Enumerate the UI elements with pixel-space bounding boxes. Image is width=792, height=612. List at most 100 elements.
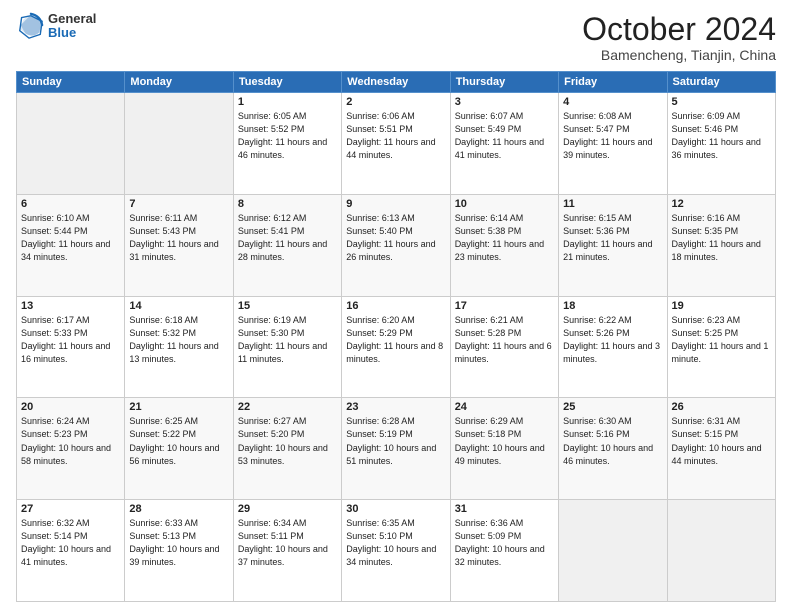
calendar-cell: 10 Sunrise: 6:14 AMSunset: 5:38 PMDaylig… (450, 194, 558, 296)
calendar-week-2: 6 Sunrise: 6:10 AMSunset: 5:44 PMDayligh… (17, 194, 776, 296)
weekday-header-saturday: Saturday (667, 72, 775, 93)
day-number: 7 (129, 198, 228, 210)
day-info: Sunrise: 6:27 AMSunset: 5:20 PMDaylight:… (238, 415, 337, 467)
location: Bamencheng, Tianjin, China (582, 47, 776, 63)
day-info: Sunrise: 6:11 AMSunset: 5:43 PMDaylight:… (129, 212, 228, 264)
calendar-cell: 2 Sunrise: 6:06 AMSunset: 5:51 PMDayligh… (342, 93, 450, 195)
calendar-cell: 19 Sunrise: 6:23 AMSunset: 5:25 PMDaylig… (667, 296, 775, 398)
day-number: 4 (563, 96, 662, 108)
day-number: 13 (21, 300, 120, 312)
calendar-cell: 11 Sunrise: 6:15 AMSunset: 5:36 PMDaylig… (559, 194, 667, 296)
day-info: Sunrise: 6:08 AMSunset: 5:47 PMDaylight:… (563, 110, 662, 162)
day-number: 5 (672, 96, 771, 108)
logo-blue: Blue (48, 26, 96, 40)
month-title: October 2024 (582, 12, 776, 47)
weekday-header-sunday: Sunday (17, 72, 125, 93)
day-number: 10 (455, 198, 554, 210)
day-info: Sunrise: 6:12 AMSunset: 5:41 PMDaylight:… (238, 212, 337, 264)
day-number: 24 (455, 401, 554, 413)
day-number: 9 (346, 198, 445, 210)
calendar-cell: 20 Sunrise: 6:24 AMSunset: 5:23 PMDaylig… (17, 398, 125, 500)
calendar-cell: 7 Sunrise: 6:11 AMSunset: 5:43 PMDayligh… (125, 194, 233, 296)
day-number: 18 (563, 300, 662, 312)
day-number: 25 (563, 401, 662, 413)
day-info: Sunrise: 6:28 AMSunset: 5:19 PMDaylight:… (346, 415, 445, 467)
day-number: 16 (346, 300, 445, 312)
calendar-cell: 25 Sunrise: 6:30 AMSunset: 5:16 PMDaylig… (559, 398, 667, 500)
calendar-cell: 31 Sunrise: 6:36 AMSunset: 5:09 PMDaylig… (450, 500, 558, 602)
calendar-cell: 1 Sunrise: 6:05 AMSunset: 5:52 PMDayligh… (233, 93, 341, 195)
day-number: 22 (238, 401, 337, 413)
day-info: Sunrise: 6:30 AMSunset: 5:16 PMDaylight:… (563, 415, 662, 467)
day-info: Sunrise: 6:16 AMSunset: 5:35 PMDaylight:… (672, 212, 771, 264)
day-info: Sunrise: 6:22 AMSunset: 5:26 PMDaylight:… (563, 314, 662, 366)
weekday-header-row: SundayMondayTuesdayWednesdayThursdayFrid… (17, 72, 776, 93)
day-info: Sunrise: 6:23 AMSunset: 5:25 PMDaylight:… (672, 314, 771, 366)
calendar-cell: 22 Sunrise: 6:27 AMSunset: 5:20 PMDaylig… (233, 398, 341, 500)
day-info: Sunrise: 6:19 AMSunset: 5:30 PMDaylight:… (238, 314, 337, 366)
calendar-cell: 6 Sunrise: 6:10 AMSunset: 5:44 PMDayligh… (17, 194, 125, 296)
day-number: 21 (129, 401, 228, 413)
calendar-cell: 12 Sunrise: 6:16 AMSunset: 5:35 PMDaylig… (667, 194, 775, 296)
day-info: Sunrise: 6:21 AMSunset: 5:28 PMDaylight:… (455, 314, 554, 366)
calendar-cell: 18 Sunrise: 6:22 AMSunset: 5:26 PMDaylig… (559, 296, 667, 398)
day-number: 15 (238, 300, 337, 312)
day-number: 14 (129, 300, 228, 312)
logo-general: General (48, 12, 96, 26)
header: General Blue October 2024 Bamencheng, Ti… (16, 12, 776, 63)
calendar-week-3: 13 Sunrise: 6:17 AMSunset: 5:33 PMDaylig… (17, 296, 776, 398)
day-number: 3 (455, 96, 554, 108)
day-info: Sunrise: 6:17 AMSunset: 5:33 PMDaylight:… (21, 314, 120, 366)
day-number: 30 (346, 503, 445, 515)
calendar-week-5: 27 Sunrise: 6:32 AMSunset: 5:14 PMDaylig… (17, 500, 776, 602)
day-number: 29 (238, 503, 337, 515)
day-info: Sunrise: 6:33 AMSunset: 5:13 PMDaylight:… (129, 517, 228, 569)
day-number: 6 (21, 198, 120, 210)
page: General Blue October 2024 Bamencheng, Ti… (0, 0, 792, 612)
calendar-cell: 3 Sunrise: 6:07 AMSunset: 5:49 PMDayligh… (450, 93, 558, 195)
day-info: Sunrise: 6:14 AMSunset: 5:38 PMDaylight:… (455, 212, 554, 264)
day-info: Sunrise: 6:06 AMSunset: 5:51 PMDaylight:… (346, 110, 445, 162)
calendar-cell: 17 Sunrise: 6:21 AMSunset: 5:28 PMDaylig… (450, 296, 558, 398)
day-info: Sunrise: 6:25 AMSunset: 5:22 PMDaylight:… (129, 415, 228, 467)
day-info: Sunrise: 6:34 AMSunset: 5:11 PMDaylight:… (238, 517, 337, 569)
day-number: 19 (672, 300, 771, 312)
day-number: 20 (21, 401, 120, 413)
day-number: 17 (455, 300, 554, 312)
day-info: Sunrise: 6:13 AMSunset: 5:40 PMDaylight:… (346, 212, 445, 264)
day-number: 31 (455, 503, 554, 515)
calendar-cell: 23 Sunrise: 6:28 AMSunset: 5:19 PMDaylig… (342, 398, 450, 500)
weekday-header-monday: Monday (125, 72, 233, 93)
calendar-week-4: 20 Sunrise: 6:24 AMSunset: 5:23 PMDaylig… (17, 398, 776, 500)
day-number: 11 (563, 198, 662, 210)
day-number: 8 (238, 198, 337, 210)
calendar-cell: 9 Sunrise: 6:13 AMSunset: 5:40 PMDayligh… (342, 194, 450, 296)
calendar-cell: 27 Sunrise: 6:32 AMSunset: 5:14 PMDaylig… (17, 500, 125, 602)
day-info: Sunrise: 6:10 AMSunset: 5:44 PMDaylight:… (21, 212, 120, 264)
calendar: SundayMondayTuesdayWednesdayThursdayFrid… (16, 71, 776, 602)
day-info: Sunrise: 6:15 AMSunset: 5:36 PMDaylight:… (563, 212, 662, 264)
weekday-header-friday: Friday (559, 72, 667, 93)
calendar-week-1: 1 Sunrise: 6:05 AMSunset: 5:52 PMDayligh… (17, 93, 776, 195)
calendar-cell (667, 500, 775, 602)
day-number: 28 (129, 503, 228, 515)
logo: General Blue (16, 12, 96, 41)
calendar-cell: 4 Sunrise: 6:08 AMSunset: 5:47 PMDayligh… (559, 93, 667, 195)
title-block: October 2024 Bamencheng, Tianjin, China (582, 12, 776, 63)
day-number: 2 (346, 96, 445, 108)
calendar-cell (559, 500, 667, 602)
day-number: 27 (21, 503, 120, 515)
logo-icon (16, 12, 44, 40)
calendar-cell (17, 93, 125, 195)
day-info: Sunrise: 6:20 AMSunset: 5:29 PMDaylight:… (346, 314, 445, 366)
day-info: Sunrise: 6:18 AMSunset: 5:32 PMDaylight:… (129, 314, 228, 366)
calendar-cell: 15 Sunrise: 6:19 AMSunset: 5:30 PMDaylig… (233, 296, 341, 398)
day-info: Sunrise: 6:05 AMSunset: 5:52 PMDaylight:… (238, 110, 337, 162)
day-number: 1 (238, 96, 337, 108)
day-info: Sunrise: 6:32 AMSunset: 5:14 PMDaylight:… (21, 517, 120, 569)
calendar-cell (125, 93, 233, 195)
day-info: Sunrise: 6:24 AMSunset: 5:23 PMDaylight:… (21, 415, 120, 467)
calendar-cell: 30 Sunrise: 6:35 AMSunset: 5:10 PMDaylig… (342, 500, 450, 602)
calendar-cell: 28 Sunrise: 6:33 AMSunset: 5:13 PMDaylig… (125, 500, 233, 602)
weekday-header-tuesday: Tuesday (233, 72, 341, 93)
